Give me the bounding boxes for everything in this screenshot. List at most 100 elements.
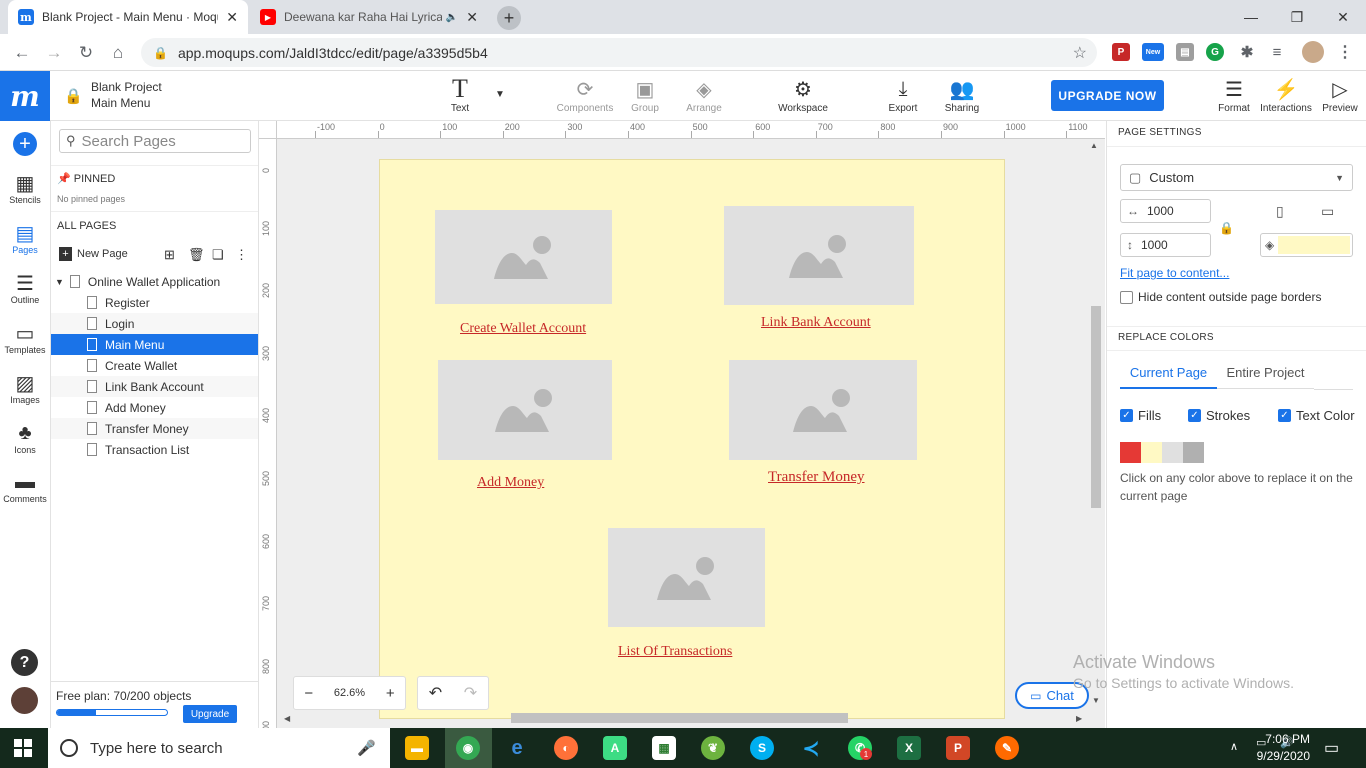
workspace-tool[interactable]: ⚙ Workspace — [773, 75, 833, 115]
duplicate-icon[interactable]: ❏ — [212, 247, 224, 263]
create-wallet-account-link[interactable]: Create Wallet Account — [460, 321, 586, 337]
rail-comments[interactable]: ▬ Comments — [0, 470, 50, 505]
speaker-icon[interactable]: 🔈 — [446, 12, 458, 23]
color-swatch[interactable] — [1183, 442, 1204, 463]
file-explorer-icon[interactable]: ▬ — [405, 736, 429, 760]
landscape-icon[interactable]: ▭ — [1321, 203, 1334, 220]
color-swatch[interactable] — [1120, 442, 1141, 463]
sharing-tool[interactable]: 👥 Sharing — [932, 75, 992, 115]
scroll-up-arrow-icon[interactable]: ▲ — [1090, 141, 1098, 150]
rail-icons[interactable]: ♣ Icons — [0, 421, 50, 456]
image-placeholder[interactable] — [435, 210, 612, 304]
rail-images[interactable]: ▨ Images — [0, 371, 50, 406]
color-swatch[interactable] — [1162, 442, 1183, 463]
rail-stencils[interactable]: ▦ Stencils — [0, 171, 50, 206]
browser-tab-youtube[interactable]: ▶ Deewana kar Raha Hai Lyrical 🔈 ✕ — [250, 0, 488, 34]
zoom-out-button[interactable]: − — [304, 685, 313, 702]
scroll-down-arrow-icon[interactable]: ▼ — [1092, 696, 1100, 705]
height-field[interactable]: ↕ 1000 — [1120, 233, 1211, 257]
home-button[interactable]: ⌂ — [105, 40, 131, 66]
add-button[interactable]: + — [13, 132, 37, 156]
upgrade-now-button[interactable]: UPGRADE NOW — [1051, 80, 1164, 111]
page-artboard[interactable]: Create Wallet Account Link Bank Account … — [379, 159, 1005, 719]
vscode-icon[interactable]: ≺ — [799, 736, 823, 760]
page-item-create-wallet[interactable]: Create Wallet — [51, 355, 258, 376]
fill-color-picker[interactable]: ◈ — [1260, 233, 1353, 257]
image-placeholder[interactable] — [608, 528, 765, 627]
moqups-logo[interactable]: m — [0, 71, 50, 121]
project-breadcrumb[interactable]: Blank Project Main Menu — [91, 79, 162, 111]
preview-tool[interactable]: ▷ Preview — [1310, 75, 1366, 115]
rail-templates[interactable]: ▭ Templates — [0, 321, 50, 356]
width-field[interactable]: ↔ 1000 — [1120, 199, 1211, 223]
app-icon[interactable]: ✎ — [995, 736, 1019, 760]
spring-icon[interactable]: ❦ — [701, 736, 725, 760]
page-item-add-money[interactable]: Add Money — [51, 397, 258, 418]
portrait-icon[interactable]: ▯ — [1276, 203, 1284, 220]
reload-button[interactable]: ↻ — [73, 40, 99, 66]
clock[interactable]: 7:06 PM 9/29/2020 — [1250, 731, 1310, 765]
fit-page-to-content-link[interactable]: Fit page to content... — [1120, 266, 1229, 280]
excel-icon[interactable]: X — [897, 736, 921, 760]
new-extension-icon[interactable]: New — [1142, 43, 1164, 61]
text-tool[interactable]: T Text — [430, 74, 490, 114]
image-placeholder[interactable] — [729, 360, 917, 460]
hide-outside-checkbox[interactable]: Hide content outside page borders — [1120, 290, 1321, 304]
close-tab-icon[interactable]: ✕ — [226, 9, 238, 26]
android-studio-icon[interactable]: A — [603, 736, 627, 760]
notifications-icon[interactable]: ▭ — [1324, 738, 1339, 758]
close-window-button[interactable]: ✕ — [1320, 0, 1366, 34]
edge-icon[interactable]: e — [505, 736, 529, 760]
color-swatch[interactable] — [1141, 442, 1162, 463]
horizontal-scrollbar[interactable] — [511, 713, 848, 723]
tab-current-page[interactable]: Current Page — [1120, 357, 1217, 389]
export-tool[interactable]: ⤓ Export — [873, 75, 933, 115]
page-item-register[interactable]: Register — [51, 292, 258, 313]
fills-checkbox[interactable]: ✓ Fills — [1120, 408, 1161, 423]
page-size-select[interactable]: ▢ Custom ▼ — [1120, 164, 1353, 191]
arrange-tool[interactable]: ◈ Arrange — [674, 75, 734, 115]
scroll-left-arrow-icon[interactable]: ◀ — [284, 714, 290, 723]
page-item-login[interactable]: Login — [51, 313, 258, 334]
upgrade-button[interactable]: Upgrade — [183, 705, 237, 723]
new-page-button[interactable]: + New Page — [59, 247, 128, 261]
page-item-transfer-money[interactable]: Transfer Money — [51, 418, 258, 439]
microphone-icon[interactable]: 🎤 — [357, 739, 376, 757]
image-placeholder[interactable] — [724, 206, 914, 305]
new-tab-button[interactable]: + — [497, 6, 521, 30]
chrome-icon[interactable]: ◉ — [456, 736, 480, 760]
browser-menu-icon[interactable]: ⋮ — [1336, 43, 1354, 61]
skype-icon[interactable]: S — [750, 736, 774, 760]
windows-start-icon[interactable] — [14, 739, 32, 757]
search-pages-input[interactable]: ⚲ Search Pages — [59, 129, 251, 153]
undo-icon[interactable]: ↶ — [429, 683, 442, 703]
rail-outline[interactable]: ☰ Outline — [0, 271, 50, 306]
extension-icon[interactable]: ▤ — [1176, 43, 1194, 61]
redo-icon[interactable]: ↷ — [464, 683, 477, 703]
zoom-in-button[interactable]: + — [386, 685, 395, 702]
transfer-money-link[interactable]: Transfer Money — [768, 469, 865, 486]
format-tool[interactable]: ☰ Format — [1204, 75, 1264, 115]
taskbar-search[interactable]: Type here to search 🎤 — [48, 728, 390, 768]
vertical-scrollbar[interactable] — [1091, 306, 1101, 508]
user-avatar[interactable] — [11, 687, 38, 714]
components-tool[interactable]: ⟳ Components — [555, 75, 615, 115]
strokes-checkbox[interactable]: ✓ Strokes — [1188, 408, 1250, 423]
extension-icon[interactable]: P — [1112, 43, 1130, 61]
page-folder-root[interactable]: ▼ Online Wallet Application — [51, 271, 258, 292]
forward-button[interactable]: → — [41, 40, 67, 66]
link-bank-account-link[interactable]: Link Bank Account — [761, 315, 871, 331]
text-dropdown-icon[interactable]: ▼ — [495, 89, 505, 100]
back-button[interactable]: ← — [9, 40, 35, 66]
lock-ratio-icon[interactable]: 🔒 — [1219, 221, 1234, 235]
rail-pages[interactable]: ▤ Pages — [0, 221, 50, 256]
grammarly-icon[interactable]: G — [1206, 43, 1224, 61]
list-of-transactions-link[interactable]: List Of Transactions — [618, 644, 732, 660]
minimize-button[interactable]: — — [1228, 0, 1274, 34]
tab-entire-project[interactable]: Entire Project — [1217, 357, 1314, 389]
bookmark-star-icon[interactable]: ☆ — [1073, 43, 1087, 63]
restore-button[interactable]: ❐ — [1274, 0, 1320, 34]
zoom-level[interactable]: 62.6% — [334, 687, 365, 699]
lock-icon[interactable]: 🔒 — [64, 87, 83, 105]
powerpoint-icon[interactable]: P — [946, 736, 970, 760]
